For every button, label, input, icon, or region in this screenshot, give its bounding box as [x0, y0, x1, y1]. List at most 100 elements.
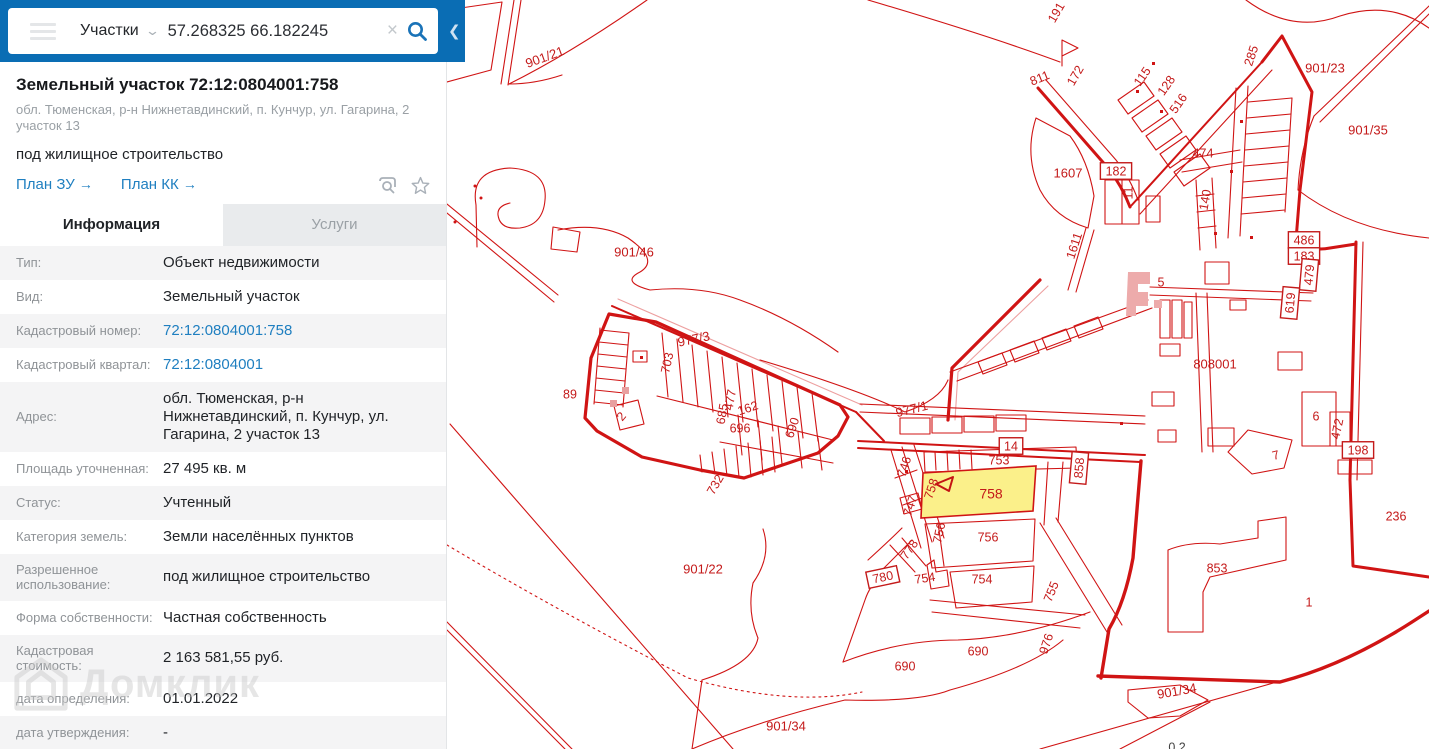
row-label: Кадастровый квартал:: [16, 356, 151, 372]
map-label: 755: [1041, 579, 1062, 604]
svg-text:479: 479: [1301, 264, 1317, 286]
map-label: 703: [658, 351, 676, 374]
table-row: Категория земель: Земли населённых пункто…: [0, 520, 446, 554]
search-category-select[interactable]: Участки ⌄: [80, 22, 160, 40]
map-label: 14: [998, 437, 1024, 455]
tab-information[interactable]: Информация: [0, 203, 223, 246]
svg-text:901/34: 901/34: [1156, 680, 1198, 702]
svg-text:516: 516: [1167, 91, 1190, 116]
svg-text:778: 778: [898, 537, 921, 562]
parcel-info-panel: Земельный участок 72:12:0804001:758 обл.…: [0, 62, 447, 749]
search-input[interactable]: [167, 21, 379, 41]
svg-text:703: 703: [658, 351, 676, 374]
map-label: 198: [1341, 441, 1375, 459]
plan-zu-link[interactable]: План ЗУ →: [16, 176, 93, 193]
svg-text:486: 486: [1294, 233, 1315, 247]
map-label: 690: [968, 644, 989, 658]
cadastral-map[interactable]: 901/21191172811 115 128516285901/23901/354…: [447, 0, 1429, 749]
map-label: 474: [1193, 146, 1214, 160]
map-label: 285: [1241, 44, 1261, 68]
row-value: Учтенный: [163, 493, 232, 511]
svg-text:5: 5: [1158, 275, 1165, 289]
search-icon[interactable]: [406, 20, 428, 42]
row-value: под жилищное строительство: [163, 568, 371, 586]
star-icon[interactable]: [411, 176, 430, 194]
map-area: 901/21 191 172 811 115 128 516 285 901/23 901/35 4…: [447, 0, 1429, 749]
map-label: 901/34: [1156, 680, 1198, 702]
map-label: 479: [1298, 257, 1320, 292]
svg-text:172: 172: [1064, 63, 1087, 88]
row-label: Кадастровый номер:: [16, 322, 142, 338]
map-label: 236: [1386, 509, 1407, 523]
map-label: 756: [930, 521, 948, 544]
svg-text:236: 236: [1386, 509, 1407, 523]
map-label: 901/34: [766, 718, 806, 733]
map-label: 1607: [1054, 165, 1083, 180]
map-label: 11: [1121, 186, 1135, 199]
svg-text:811: 811: [1028, 68, 1052, 88]
svg-text:14: 14: [1004, 439, 1018, 453]
svg-text:140: 140: [1197, 188, 1214, 211]
map-label: 901/35: [1348, 122, 1388, 137]
svg-text:7: 7: [1271, 448, 1281, 463]
tab-services[interactable]: Услуги: [223, 204, 446, 246]
svg-text:89: 89: [563, 387, 577, 401]
table-row: дата утверждения: -: [0, 715, 446, 749]
svg-text:182: 182: [1106, 164, 1127, 178]
map-label: 140: [1197, 188, 1214, 211]
plan-kk-link[interactable]: План КК →: [121, 176, 197, 193]
row-value-link[interactable]: 72:12:0804001:758: [163, 322, 430, 340]
map-label: 6: [1313, 409, 1320, 423]
svg-text:285: 285: [1241, 44, 1261, 68]
map-label: 1: [1306, 595, 1313, 609]
search-category-value: Участки: [80, 22, 139, 39]
preview-on-map-icon[interactable]: [378, 176, 397, 194]
svg-text:756: 756: [978, 530, 999, 544]
svg-text:619: 619: [1282, 292, 1298, 314]
svg-text:690: 690: [782, 416, 802, 440]
row-label: Форма собственности:: [16, 609, 153, 625]
map-label: 778: [898, 537, 921, 562]
row-label: дата утверждения:: [16, 725, 130, 741]
svg-text:472: 472: [1328, 417, 1346, 440]
collapse-panel-icon[interactable]: ❮: [448, 22, 461, 40]
table-row: Вид: Земельный участок: [0, 280, 446, 314]
svg-text:690: 690: [895, 659, 916, 673]
svg-text:753: 753: [989, 453, 1010, 467]
svg-text:756: 756: [930, 521, 948, 544]
map-label: 115: [1131, 64, 1154, 88]
map-label: 808001: [1193, 356, 1236, 371]
row-value-link[interactable]: 72:12:0804001: [163, 356, 430, 374]
table-row: Площадь уточненная: 27 495 кв. м: [0, 452, 446, 486]
table-row: Форма собственности: Частная собственност…: [0, 601, 446, 635]
row-value: 2 163 581,55 руб.: [163, 649, 284, 667]
map-label: 977/1: [894, 398, 929, 420]
clear-icon[interactable]: ×: [379, 20, 406, 42]
svg-text:977/1: 977/1: [894, 398, 929, 420]
parcel-address: обл. Тюменская, р-н Нижнетавдинский, п. …: [16, 102, 410, 134]
map-label: 516: [1167, 91, 1190, 116]
svg-text:901/46: 901/46: [614, 244, 654, 259]
map-label: 901/22: [683, 561, 723, 576]
svg-text:1611: 1611: [1064, 231, 1086, 261]
map-label: 89: [563, 387, 577, 401]
svg-text:901/22: 901/22: [683, 561, 723, 576]
map-label: 5: [1158, 275, 1165, 289]
map-label: 486: [1287, 231, 1321, 249]
row-label: Категория земель:: [16, 528, 128, 544]
svg-text:901/21: 901/21: [523, 43, 565, 71]
table-row: дата определения: 01.01.2022: [0, 682, 446, 716]
svg-text:758: 758: [979, 486, 1003, 502]
hamburger-menu-icon[interactable]: [30, 22, 56, 40]
svg-text:474: 474: [1193, 146, 1214, 160]
map-label: 976: [1036, 632, 1056, 656]
svg-text:1: 1: [1306, 595, 1313, 609]
map-label: 690: [895, 659, 916, 673]
row-label: дата определения:: [16, 691, 130, 707]
map-label: 472: [1328, 417, 1346, 440]
table-row: Статус: Учтенный: [0, 485, 446, 520]
svg-text:191: 191: [1045, 0, 1068, 25]
map-labels: 901/21191172811 115 128516285901/23901/354…: [523, 0, 1406, 749]
map-label: 901/23: [1305, 60, 1345, 75]
map-label: 753: [989, 453, 1010, 467]
